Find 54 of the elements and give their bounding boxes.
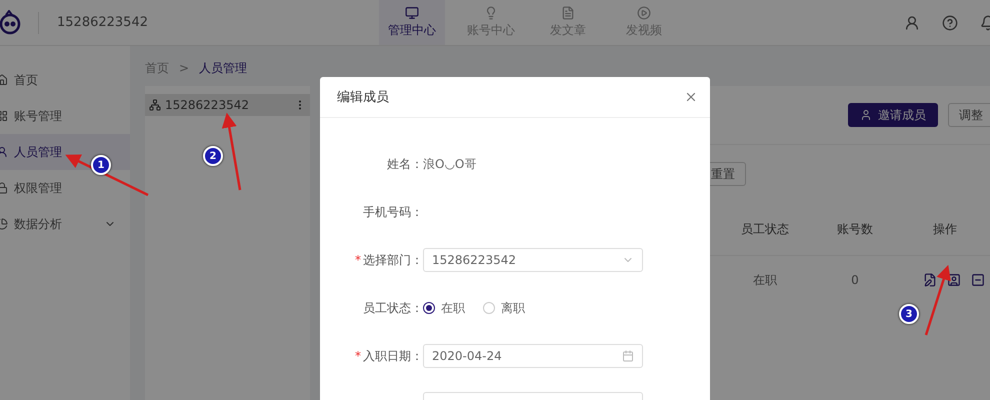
column-header: 员工状态	[740, 220, 790, 238]
nav-tab[interactable]: 发文章	[537, 0, 599, 45]
field-label: * 入职日期：	[355, 348, 423, 362]
sidebar-label: 权限管理	[14, 180, 63, 196]
document-icon	[561, 6, 575, 20]
nav-tab[interactable]: 账号中心	[445, 0, 537, 45]
account-number: 15286223542	[57, 15, 149, 30]
radio-option[interactable]: 在职	[423, 300, 465, 316]
table-cell-text: 在职	[752, 272, 778, 288]
calendar-icon	[622, 350, 634, 362]
tree-label: 15286223542	[165, 98, 250, 112]
radio-label: 在职	[441, 300, 465, 316]
date-field[interactable]: 2020-04-24	[423, 344, 643, 368]
field-value: 浪O◡O哥	[423, 156, 476, 172]
sidebar-item[interactable]: 首页	[0, 62, 130, 98]
breadcrumb-separator: >	[179, 61, 190, 75]
radio-button[interactable]	[423, 302, 435, 314]
column-header: 操作	[932, 220, 958, 238]
sidebar-label: 数据分析	[14, 216, 63, 232]
field-label: 姓名：	[387, 156, 423, 170]
dialog-title: 编辑成员	[337, 89, 389, 106]
lightbulb-icon	[484, 6, 498, 20]
org-chart-icon	[149, 99, 161, 111]
sidebar-item[interactable]: 账号管理	[0, 98, 130, 134]
help-icon[interactable]	[942, 14, 958, 30]
breadcrumb-link[interactable]: 人员管理	[199, 60, 248, 76]
adjust-button[interactable]: 调整	[948, 103, 990, 127]
column-header: 账号数	[836, 220, 874, 238]
sidebar-label: 人员管理	[14, 144, 63, 160]
sidebar-item[interactable]: 数据分析	[0, 206, 130, 242]
tree-node[interactable]: 15286223542	[145, 94, 310, 116]
monitor-icon	[405, 6, 419, 20]
invite-button[interactable]: 邀请成员	[848, 103, 938, 127]
remove-icon[interactable]	[971, 273, 985, 287]
department-select[interactable]: 15286223542	[423, 248, 643, 272]
field-label: * 选择部门：	[355, 252, 423, 266]
nav-tab[interactable]: 发视频	[599, 0, 689, 45]
radio-option[interactable]: 离职	[483, 300, 525, 316]
avatar-icon[interactable]	[904, 14, 920, 30]
radio-label: 离职	[501, 300, 525, 316]
profile-icon[interactable]	[947, 273, 961, 287]
sidebar-label: 账号管理	[14, 108, 63, 124]
user-icon	[860, 109, 872, 121]
field-label: 员工状态：	[363, 300, 423, 314]
table-cell-text: 0	[850, 273, 860, 287]
close-button[interactable]	[684, 90, 698, 104]
breadcrumb-link[interactable]: 首页	[145, 60, 169, 76]
field-label: 手机号码：	[363, 204, 423, 218]
nav-tab[interactable]: 管理中心	[379, 0, 445, 45]
play-icon	[637, 6, 651, 20]
edit-icon[interactable]	[923, 273, 937, 287]
sidebar-label: 首页	[14, 72, 39, 88]
logo-icon	[0, 10, 22, 36]
annotation-arrow	[924, 264, 951, 336]
